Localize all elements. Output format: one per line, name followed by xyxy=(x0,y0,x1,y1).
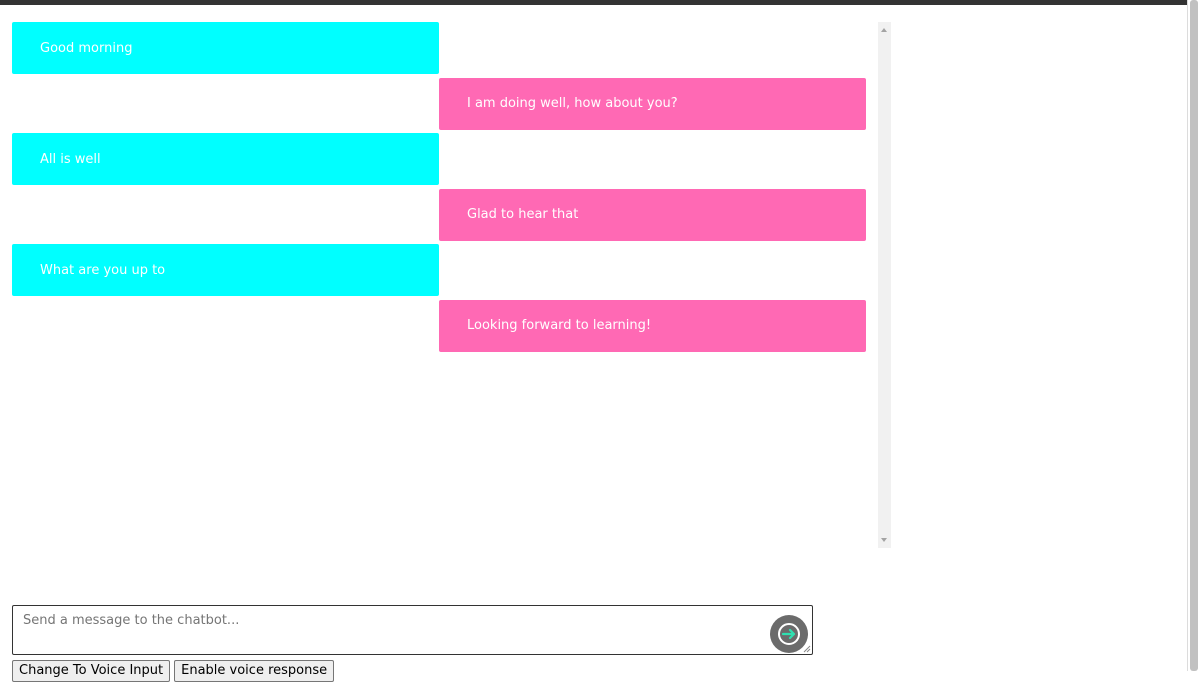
page-scrollbar-thumb[interactable] xyxy=(1190,0,1198,671)
resize-grip-icon[interactable] xyxy=(803,645,811,653)
message-text: Glad to hear that xyxy=(467,207,579,222)
message-row: Looking forward to learning! xyxy=(12,299,878,356)
message-text: I am doing well, how about you? xyxy=(467,96,678,111)
chat-window: Good morning I am doing well, how about … xyxy=(12,22,878,548)
message-row: Glad to hear that xyxy=(12,188,878,245)
bot-message: What are you up to xyxy=(12,244,439,296)
message-text: Looking forward to learning! xyxy=(467,318,652,333)
bot-message: Good morning xyxy=(12,22,439,74)
user-message: I am doing well, how about you? xyxy=(439,77,866,130)
message-text: All is well xyxy=(40,151,101,167)
message-input[interactable] xyxy=(13,606,812,654)
message-row: What are you up to xyxy=(12,244,878,300)
user-message: Glad to hear that xyxy=(439,188,866,241)
message-row: I am doing well, how about you? xyxy=(12,77,878,134)
message-row: Good morning xyxy=(12,22,878,78)
top-bar xyxy=(0,0,1187,5)
message-text: What are you up to xyxy=(40,262,166,278)
voice-response-button[interactable]: Enable voice response xyxy=(174,660,335,682)
bot-message: All is well xyxy=(12,133,439,185)
scroll-up-arrow-icon[interactable] xyxy=(881,28,887,32)
chat-scrollbar[interactable] xyxy=(878,22,891,548)
message-row: All is well xyxy=(12,133,878,189)
message-input-box xyxy=(12,605,813,655)
voice-input-button[interactable]: Change To Voice Input xyxy=(12,660,171,682)
user-message: Looking forward to learning! xyxy=(439,299,866,352)
message-text: Good morning xyxy=(40,40,133,56)
page-scrollbar[interactable] xyxy=(1187,0,1200,671)
voice-controls: Change To Voice Input Enable voice respo… xyxy=(12,660,335,682)
scroll-down-arrow-icon[interactable] xyxy=(881,538,887,542)
